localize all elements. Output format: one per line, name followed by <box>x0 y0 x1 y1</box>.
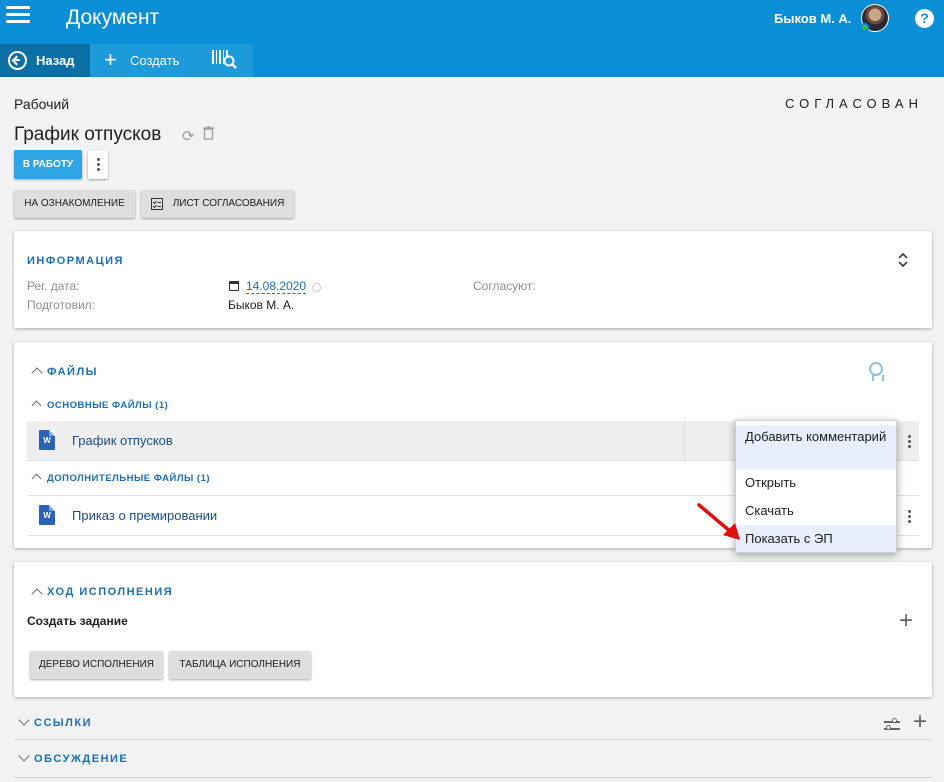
menu-icon[interactable] <box>6 6 30 26</box>
menu-item-download[interactable]: Скачать <box>736 501 896 523</box>
divider <box>14 777 932 778</box>
file-more-button[interactable] <box>899 429 919 453</box>
create-button[interactable]: + Создать <box>96 44 198 77</box>
approvers-label: Согласуют: <box>473 279 536 293</box>
user-name[interactable]: Быков М. А. <box>774 11 851 26</box>
reg-date-label: Рег. дата: <box>27 279 80 293</box>
prepared-by-label: Подготовил: <box>27 298 96 312</box>
menu-item-show-with-signature[interactable]: Показать с ЭП <box>736 525 896 552</box>
file-name[interactable]: Приказ о премировании <box>72 508 217 523</box>
extra-files-title[interactable]: ДОПОЛНИТЕЛЬНЫЕ ФАЙЛЫ (1) <box>47 473 210 484</box>
document-state: Рабочий <box>14 96 70 112</box>
menu-item-add-comment[interactable]: Добавить комментарий <box>736 425 896 469</box>
execution-table-button[interactable]: ТАБЛИЦА ИСПОЛНЕНИЯ <box>169 651 311 679</box>
file-context-menu: Добавить комментарий Открыть Скачать Пок… <box>735 420 897 553</box>
more-actions-button[interactable] <box>88 150 108 179</box>
to-work-button[interactable]: В РАБОТУ <box>14 150 82 179</box>
calendar-icon <box>229 281 239 291</box>
menu-item-open[interactable]: Открыть <box>736 473 896 495</box>
toolbar: Назад + Создать <box>0 44 253 77</box>
word-file-icon: W <box>39 430 55 450</box>
plus-icon: + <box>104 47 117 72</box>
familiarize-button[interactable]: НА ОЗНАКОМЛЕНИЕ <box>14 190 135 218</box>
create-button-label: Создать <box>130 53 180 68</box>
discussion-section-title[interactable]: ОБСУЖДЕНИЕ <box>34 753 128 765</box>
chevron-up-icon[interactable] <box>31 473 42 484</box>
reg-date-value[interactable]: 14.08.2020 <box>246 279 307 294</box>
back-button-label: Назад <box>36 53 75 68</box>
filter-icon[interactable] <box>884 718 900 732</box>
column-divider <box>684 421 685 460</box>
more-vertical-icon <box>907 439 911 443</box>
barcode-search-icon[interactable] <box>212 48 238 70</box>
chevron-up-icon[interactable] <box>31 367 43 379</box>
discussion-section[interactable]: ОБСУЖДЕНИЕ <box>14 743 932 776</box>
chevron-up-icon[interactable] <box>31 588 43 600</box>
execution-tree-button[interactable]: ДЕРЕВО ИСПОЛНЕНИЯ <box>30 651 163 679</box>
main-files-title[interactable]: ОСНОВНЫЕ ФАЙЛЫ (1) <box>47 400 168 411</box>
certificate-icon[interactable] <box>869 362 884 381</box>
links-section[interactable]: ССЫЛКИ <box>14 707 932 740</box>
status-badge: СОГЛАСОВАН <box>785 96 923 111</box>
page-title: График отпусков <box>14 124 162 145</box>
more-vertical-icon <box>907 514 911 518</box>
chevron-up-icon[interactable] <box>31 400 42 411</box>
toolbar-background <box>253 38 944 77</box>
chevron-down-icon[interactable] <box>18 714 30 726</box>
links-section-title[interactable]: ССЫЛКИ <box>34 717 92 729</box>
app-title: Документ <box>66 6 160 29</box>
file-name[interactable]: График отпусков <box>72 433 173 448</box>
app-header: Документ Быков М. А. ? <box>0 0 944 38</box>
checklist-icon <box>151 198 163 210</box>
clock-icon <box>312 283 321 292</box>
file-more-button[interactable] <box>899 504 919 528</box>
approval-sheet-label: ЛИСТ СОГЛАСОВАНИЯ <box>172 198 285 209</box>
trash-icon[interactable] <box>203 125 214 140</box>
add-link-icon[interactable]: + <box>913 710 927 734</box>
add-task-icon[interactable]: + <box>899 609 913 633</box>
word-file-icon: W <box>39 505 55 525</box>
prepared-by-value: Быков М. А. <box>228 298 295 312</box>
back-arrow-icon <box>8 51 27 70</box>
chevron-down-icon[interactable] <box>18 750 30 762</box>
refresh-icon[interactable]: ⟳ <box>182 127 195 145</box>
execution-section-title[interactable]: ХОД ИСПОЛНЕНИЯ <box>47 586 173 598</box>
info-card: ИНФОРМАЦИЯ Рег. дата: 14.08.2020 Согласу… <box>14 231 932 328</box>
red-arrow-icon <box>697 503 740 540</box>
help-icon[interactable]: ? <box>915 9 934 28</box>
back-button[interactable]: Назад <box>0 44 90 77</box>
create-task-label: Создать задание <box>27 614 128 628</box>
execution-card: ХОД ИСПОЛНЕНИЯ Создать задание + ДЕРЕВО … <box>14 562 932 697</box>
approval-sheet-button[interactable]: ЛИСТ СОГЛАСОВАНИЯ <box>141 190 294 218</box>
online-status-icon <box>860 23 869 32</box>
info-section-title: ИНФОРМАЦИЯ <box>27 255 124 267</box>
files-section-title[interactable]: ФАЙЛЫ <box>47 366 98 378</box>
expand-collapse-icon[interactable] <box>898 252 908 268</box>
more-vertical-icon <box>96 163 100 166</box>
